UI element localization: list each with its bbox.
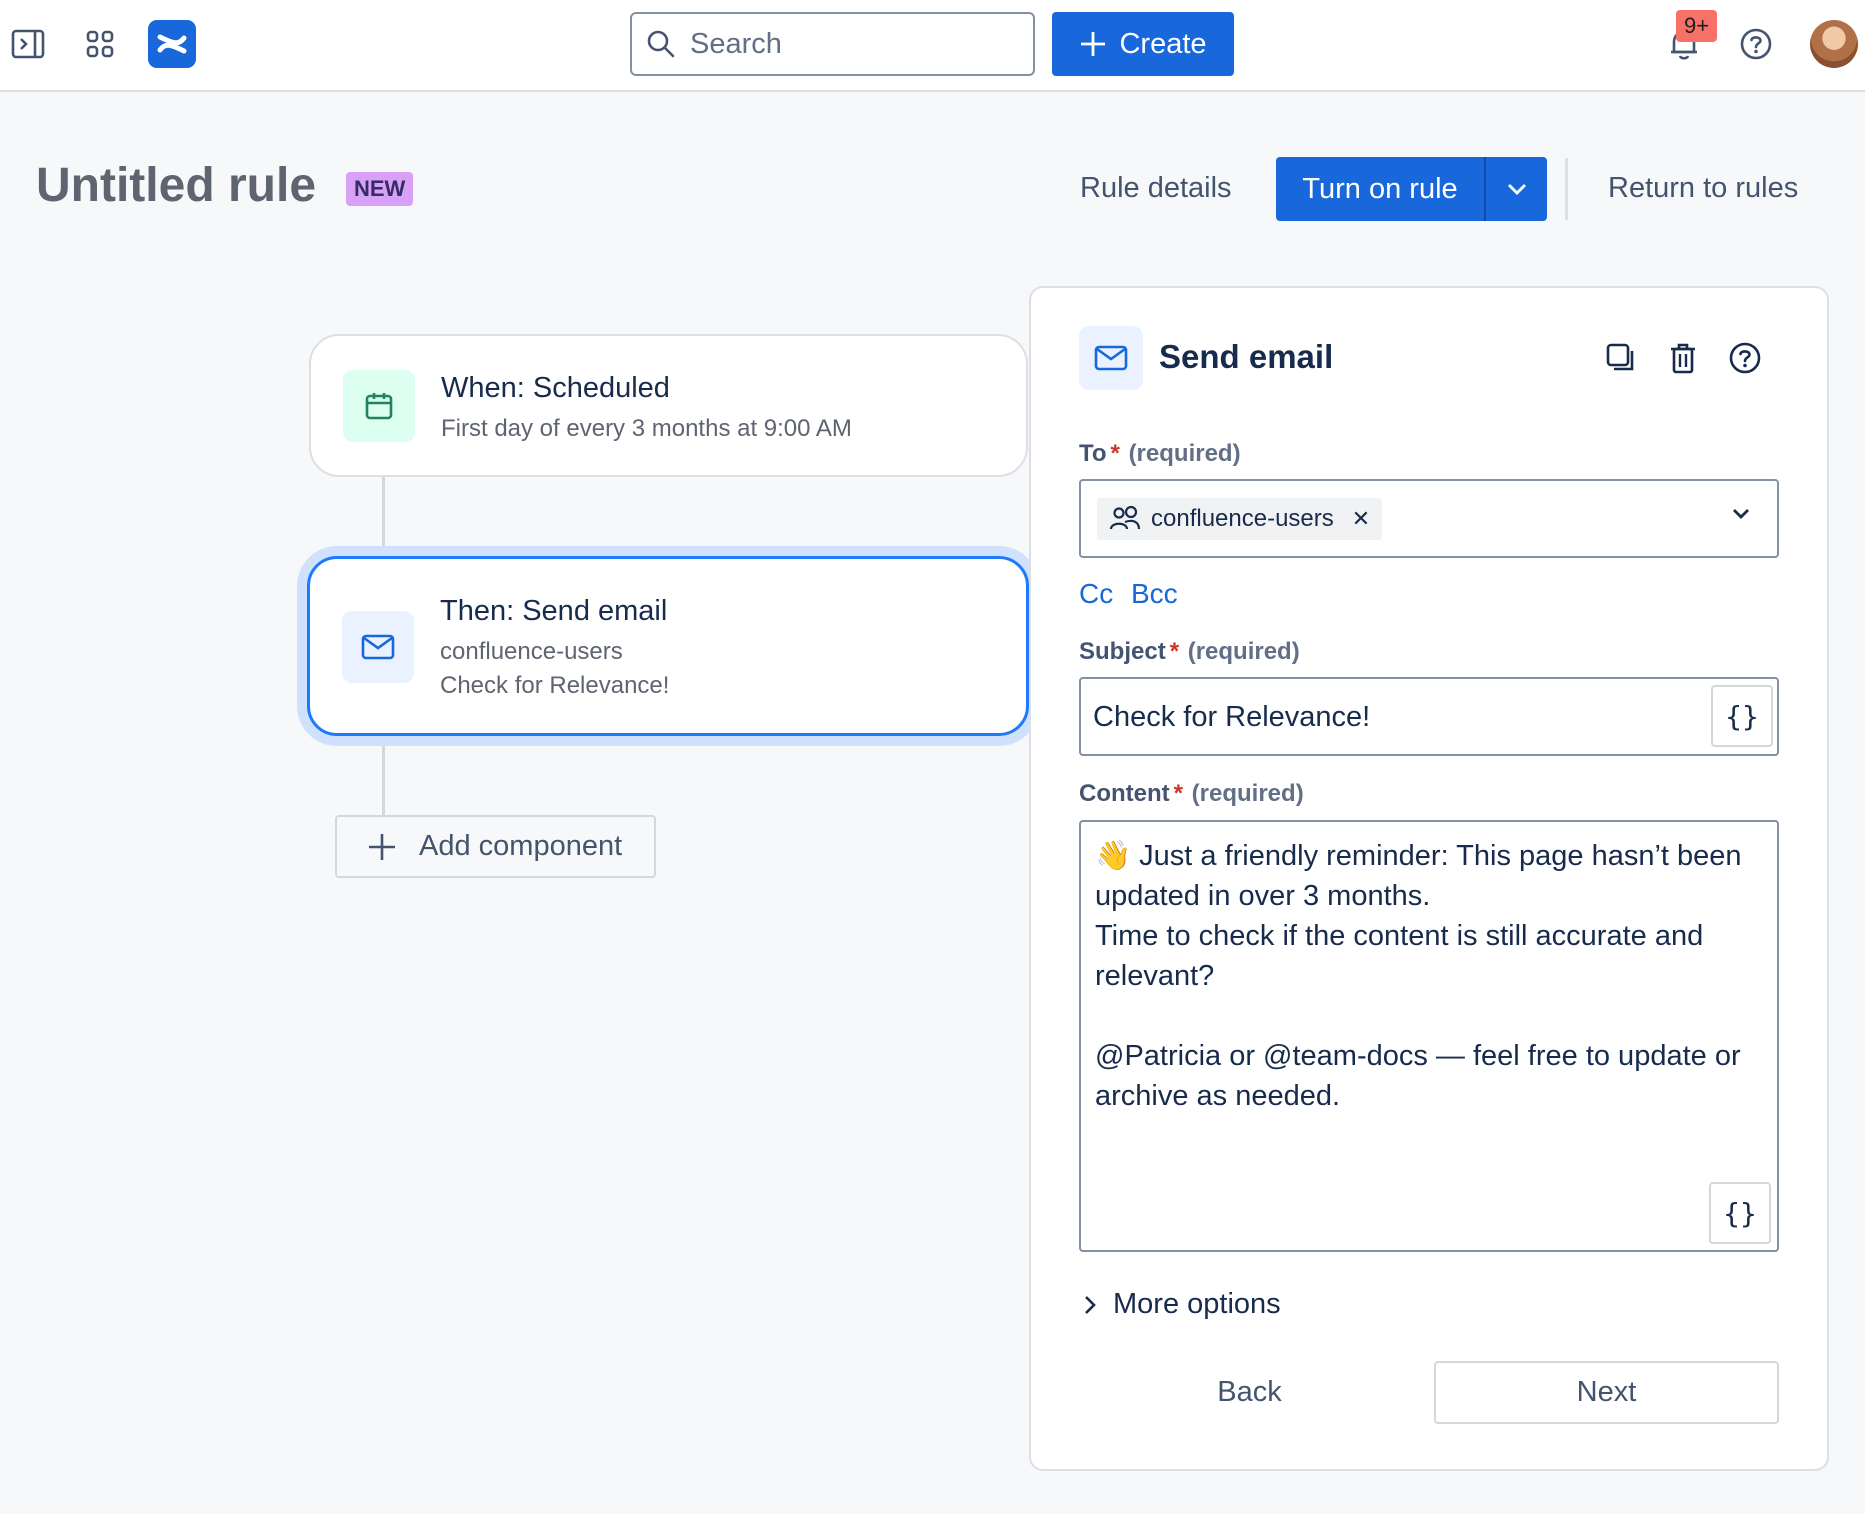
cc-link[interactable]: Cc [1079, 578, 1113, 610]
action-card[interactable]: Then: Send email confluence-users Check … [307, 556, 1029, 736]
next-button[interactable]: Next [1434, 1361, 1779, 1424]
create-button-label: Create [1119, 27, 1207, 60]
duplicate-icon[interactable] [1601, 338, 1641, 378]
content-editor[interactable]: 👋 Just a friendly reminder: This page ha… [1079, 820, 1779, 1252]
subject-label-text: Subject [1079, 638, 1166, 665]
content-label: Content * (required) [1079, 780, 1304, 807]
content-text[interactable]: 👋 Just a friendly reminder: This page ha… [1095, 836, 1767, 1116]
calendar-icon [343, 370, 415, 442]
help-icon[interactable] [1734, 22, 1778, 66]
return-to-rules-button[interactable]: Return to rules [1608, 172, 1798, 205]
chevron-down-icon [1506, 182, 1528, 196]
new-lozenge: NEW [346, 172, 414, 206]
subject-input[interactable] [1093, 697, 1693, 737]
sidebar-toggle-icon[interactable] [6, 22, 50, 66]
plus-icon [367, 832, 397, 862]
chevron-right-icon [1083, 1294, 1097, 1316]
to-label: To * (required) [1079, 440, 1241, 467]
bcc-link[interactable]: Bcc [1131, 578, 1178, 610]
trigger-title: When: Scheduled [441, 372, 670, 404]
subject-required: (required) [1187, 638, 1300, 665]
top-navigation: Create 9+ [0, 0, 1865, 92]
turn-on-rule-button[interactable]: Turn on rule [1276, 157, 1484, 221]
search-input[interactable] [630, 12, 1035, 76]
trash-icon[interactable] [1663, 338, 1703, 378]
turn-on-options-button[interactable] [1484, 157, 1547, 221]
create-button[interactable]: Create [1052, 12, 1234, 76]
panel-title: Send email [1159, 338, 1334, 375]
more-options-label: More options [1113, 1288, 1281, 1320]
more-options-toggle[interactable]: More options [1083, 1288, 1281, 1321]
search-field[interactable] [690, 27, 1010, 61]
smart-value-icon[interactable]: {} [1709, 1182, 1771, 1244]
flow-connector [382, 477, 385, 557]
app-switcher-icon[interactable] [78, 22, 122, 66]
page-title: Untitled rule [36, 159, 317, 212]
notification-badge: 9+ [1676, 10, 1718, 42]
smart-value-icon[interactable]: {} [1711, 685, 1773, 747]
chevron-down-icon[interactable] [1731, 507, 1751, 521]
action-recipient: confluence-users [440, 638, 623, 665]
subject-field[interactable]: {} [1079, 677, 1779, 756]
to-required: (required) [1128, 440, 1241, 467]
subject-label: Subject * (required) [1079, 638, 1300, 665]
recipient-tag-label: confluence-users [1151, 504, 1334, 532]
flow-connector [382, 736, 385, 816]
header-divider [1565, 158, 1568, 220]
remove-tag-icon[interactable]: ✕ [1352, 506, 1370, 532]
avatar[interactable] [1810, 20, 1858, 68]
action-subject: Check for Relevance! [440, 672, 670, 699]
recipient-tag: confluence-users ✕ [1097, 497, 1383, 540]
to-select[interactable]: confluence-users ✕ [1079, 479, 1779, 558]
to-label-text: To [1079, 440, 1107, 467]
content-required: (required) [1191, 780, 1304, 807]
trigger-subtitle: First day of every 3 months at 9:00 AM [441, 415, 852, 442]
add-component-button[interactable]: Add component [335, 815, 656, 878]
search-icon [646, 29, 676, 59]
rule-details-button[interactable]: Rule details [1080, 172, 1232, 205]
confluence-logo-icon[interactable] [148, 20, 196, 68]
mail-icon [1079, 326, 1143, 390]
add-component-label: Add component [419, 830, 623, 862]
help-icon[interactable] [1725, 338, 1765, 378]
mail-icon [342, 611, 414, 683]
back-button[interactable]: Back [1077, 1361, 1422, 1424]
action-title: Then: Send email [440, 595, 668, 627]
people-icon [1109, 505, 1141, 533]
content-label-text: Content [1079, 780, 1170, 807]
send-email-panel: Send email To * (required) confluence-use… [1029, 286, 1829, 1471]
plus-icon [1079, 30, 1107, 58]
turn-on-rule-split-button: Turn on rule [1276, 157, 1547, 221]
trigger-card[interactable]: When: Scheduled First day of every 3 mon… [309, 334, 1028, 477]
